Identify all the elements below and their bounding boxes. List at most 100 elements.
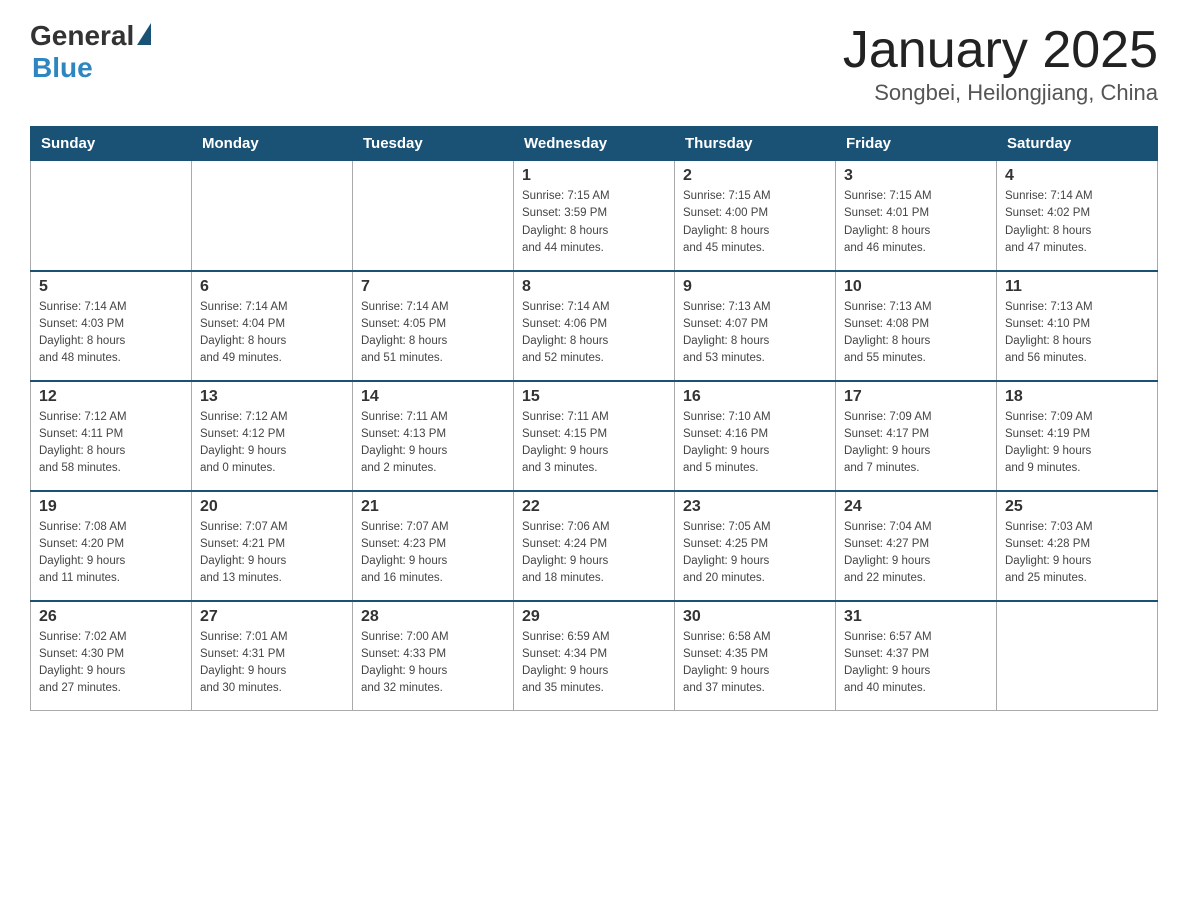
day-number: 23 xyxy=(683,498,827,516)
weekday-header-tuesday: Tuesday xyxy=(353,127,514,161)
calendar-cell: 18Sunrise: 7:09 AM Sunset: 4:19 PM Dayli… xyxy=(997,381,1158,491)
weekday-header-saturday: Saturday xyxy=(997,127,1158,161)
weekday-header-friday: Friday xyxy=(836,127,997,161)
weekday-header-thursday: Thursday xyxy=(675,127,836,161)
day-info: Sunrise: 7:10 AM Sunset: 4:16 PM Dayligh… xyxy=(683,409,827,478)
day-number: 31 xyxy=(844,608,988,626)
calendar-cell: 3Sunrise: 7:15 AM Sunset: 4:01 PM Daylig… xyxy=(836,161,997,271)
day-number: 26 xyxy=(39,608,183,626)
calendar-cell: 7 Sunrise: 7:14 AM Sunset: 4:05 PM Daylig… xyxy=(353,271,514,381)
calendar-cell: 15 Sunrise: 7:11 AM Sunset: 4:15 PM Dayli… xyxy=(514,381,675,491)
week-row-4: 19 Sunrise: 7:08 AM Sunset: 4:20 PM Dayli… xyxy=(31,491,1158,601)
calendar-cell: 2 Sunrise: 7:15 AM Sunset: 4:00 PM Daylig… xyxy=(675,161,836,271)
day-number: 27 xyxy=(200,608,344,626)
day-number: 21 xyxy=(361,498,505,516)
day-number: 9 xyxy=(683,278,827,296)
week-row-2: 5 Sunrise: 7:14 AM Sunset: 4:03 PM Daylig… xyxy=(31,271,1158,381)
day-info: Sunrise: 7:07 AM Sunset: 4:21 PM Dayligh… xyxy=(200,519,344,588)
day-number: 14 xyxy=(361,388,505,406)
day-number: 19 xyxy=(39,498,183,516)
calendar-subtitle: Songbei, Heilongjiang, China xyxy=(843,80,1158,106)
day-number: 11 xyxy=(1005,278,1149,296)
calendar-cell: 25Sunrise: 7:03 AM Sunset: 4:28 PM Dayli… xyxy=(997,491,1158,601)
day-info: Sunrise: 7:13 AM Sunset: 4:10 PM Dayligh… xyxy=(1005,299,1149,368)
day-info: Sunrise: 7:14 AM Sunset: 4:05 PM Dayligh… xyxy=(361,299,505,368)
calendar-cell: 29 Sunrise: 6:59 AM Sunset: 4:34 PM Dayli… xyxy=(514,601,675,711)
calendar-cell: 20 Sunrise: 7:07 AM Sunset: 4:21 PM Dayli… xyxy=(192,491,353,601)
day-number: 30 xyxy=(683,608,827,626)
day-info: Sunrise: 7:07 AM Sunset: 4:23 PM Dayligh… xyxy=(361,519,505,588)
weekday-header-row: SundayMondayTuesdayWednesdayThursdayFrid… xyxy=(31,127,1158,161)
logo: General Blue xyxy=(30,20,151,84)
calendar-cell: 26Sunrise: 7:02 AM Sunset: 4:30 PM Dayli… xyxy=(31,601,192,711)
calendar-cell: 27 Sunrise: 7:01 AM Sunset: 4:31 PM Dayli… xyxy=(192,601,353,711)
day-number: 10 xyxy=(844,278,988,296)
day-info: Sunrise: 7:13 AM Sunset: 4:08 PM Dayligh… xyxy=(844,299,988,368)
calendar-cell: 1Sunrise: 7:15 AM Sunset: 3:59 PM Daylig… xyxy=(514,161,675,271)
logo-triangle-icon xyxy=(137,23,151,45)
day-info: Sunrise: 7:13 AM Sunset: 4:07 PM Dayligh… xyxy=(683,299,827,368)
calendar-cell: 9 Sunrise: 7:13 AM Sunset: 4:07 PM Daylig… xyxy=(675,271,836,381)
calendar-cell: 19 Sunrise: 7:08 AM Sunset: 4:20 PM Dayli… xyxy=(31,491,192,601)
day-info: Sunrise: 7:03 AM Sunset: 4:28 PM Dayligh… xyxy=(1005,519,1149,588)
day-number: 12 xyxy=(39,388,183,406)
day-number: 15 xyxy=(522,388,666,406)
calendar-cell: 31 Sunrise: 6:57 AM Sunset: 4:37 PM Dayli… xyxy=(836,601,997,711)
calendar-cell: 16 Sunrise: 7:10 AM Sunset: 4:16 PM Dayli… xyxy=(675,381,836,491)
day-info: Sunrise: 6:57 AM Sunset: 4:37 PM Dayligh… xyxy=(844,629,988,698)
calendar-cell: 11 Sunrise: 7:13 AM Sunset: 4:10 PM Dayli… xyxy=(997,271,1158,381)
calendar-cell: 5 Sunrise: 7:14 AM Sunset: 4:03 PM Daylig… xyxy=(31,271,192,381)
day-number: 4 xyxy=(1005,167,1149,185)
calendar-cell: 22Sunrise: 7:06 AM Sunset: 4:24 PM Dayli… xyxy=(514,491,675,601)
day-info: Sunrise: 7:09 AM Sunset: 4:17 PM Dayligh… xyxy=(844,409,988,478)
logo-general-text: General xyxy=(30,20,134,52)
day-info: Sunrise: 7:14 AM Sunset: 4:04 PM Dayligh… xyxy=(200,299,344,368)
day-info: Sunrise: 7:12 AM Sunset: 4:12 PM Dayligh… xyxy=(200,409,344,478)
calendar-cell: 24Sunrise: 7:04 AM Sunset: 4:27 PM Dayli… xyxy=(836,491,997,601)
day-number: 6 xyxy=(200,278,344,296)
weekday-header-sunday: Sunday xyxy=(31,127,192,161)
day-number: 7 xyxy=(361,278,505,296)
day-info: Sunrise: 6:58 AM Sunset: 4:35 PM Dayligh… xyxy=(683,629,827,698)
day-number: 24 xyxy=(844,498,988,516)
calendar-cell: 8 Sunrise: 7:14 AM Sunset: 4:06 PM Daylig… xyxy=(514,271,675,381)
logo-blue-text: Blue xyxy=(32,52,93,84)
day-info: Sunrise: 6:59 AM Sunset: 4:34 PM Dayligh… xyxy=(522,629,666,698)
day-number: 29 xyxy=(522,608,666,626)
day-number: 13 xyxy=(200,388,344,406)
day-info: Sunrise: 7:14 AM Sunset: 4:03 PM Dayligh… xyxy=(39,299,183,368)
calendar-cell: 6 Sunrise: 7:14 AM Sunset: 4:04 PM Daylig… xyxy=(192,271,353,381)
calendar-cell: 12 Sunrise: 7:12 AM Sunset: 4:11 PM Dayli… xyxy=(31,381,192,491)
calendar-cell: 13 Sunrise: 7:12 AM Sunset: 4:12 PM Dayli… xyxy=(192,381,353,491)
day-info: Sunrise: 7:15 AM Sunset: 4:00 PM Dayligh… xyxy=(683,188,827,257)
day-number: 2 xyxy=(683,167,827,185)
day-info: Sunrise: 7:11 AM Sunset: 4:15 PM Dayligh… xyxy=(522,409,666,478)
page-header: General Blue January 2025 Songbei, Heilo… xyxy=(30,20,1158,106)
day-info: Sunrise: 7:14 AM Sunset: 4:06 PM Dayligh… xyxy=(522,299,666,368)
calendar-table: SundayMondayTuesdayWednesdayThursdayFrid… xyxy=(30,126,1158,711)
calendar-cell: 10 Sunrise: 7:13 AM Sunset: 4:08 PM Dayli… xyxy=(836,271,997,381)
calendar-cell xyxy=(353,161,514,271)
weekday-header-wednesday: Wednesday xyxy=(514,127,675,161)
calendar-cell: 4Sunrise: 7:14 AM Sunset: 4:02 PM Daylig… xyxy=(997,161,1158,271)
day-info: Sunrise: 7:12 AM Sunset: 4:11 PM Dayligh… xyxy=(39,409,183,478)
day-info: Sunrise: 7:11 AM Sunset: 4:13 PM Dayligh… xyxy=(361,409,505,478)
day-number: 8 xyxy=(522,278,666,296)
day-number: 20 xyxy=(200,498,344,516)
day-number: 28 xyxy=(361,608,505,626)
calendar-cell xyxy=(997,601,1158,711)
day-info: Sunrise: 7:01 AM Sunset: 4:31 PM Dayligh… xyxy=(200,629,344,698)
day-number: 18 xyxy=(1005,388,1149,406)
day-number: 1 xyxy=(522,167,666,185)
day-info: Sunrise: 7:08 AM Sunset: 4:20 PM Dayligh… xyxy=(39,519,183,588)
calendar-title: January 2025 xyxy=(843,20,1158,80)
day-number: 3 xyxy=(844,167,988,185)
day-info: Sunrise: 7:00 AM Sunset: 4:33 PM Dayligh… xyxy=(361,629,505,698)
calendar-cell xyxy=(192,161,353,271)
week-row-5: 26Sunrise: 7:02 AM Sunset: 4:30 PM Dayli… xyxy=(31,601,1158,711)
day-number: 5 xyxy=(39,278,183,296)
day-info: Sunrise: 7:05 AM Sunset: 4:25 PM Dayligh… xyxy=(683,519,827,588)
calendar-cell: 14 Sunrise: 7:11 AM Sunset: 4:13 PM Dayli… xyxy=(353,381,514,491)
calendar-cell: 21 Sunrise: 7:07 AM Sunset: 4:23 PM Dayli… xyxy=(353,491,514,601)
day-number: 16 xyxy=(683,388,827,406)
